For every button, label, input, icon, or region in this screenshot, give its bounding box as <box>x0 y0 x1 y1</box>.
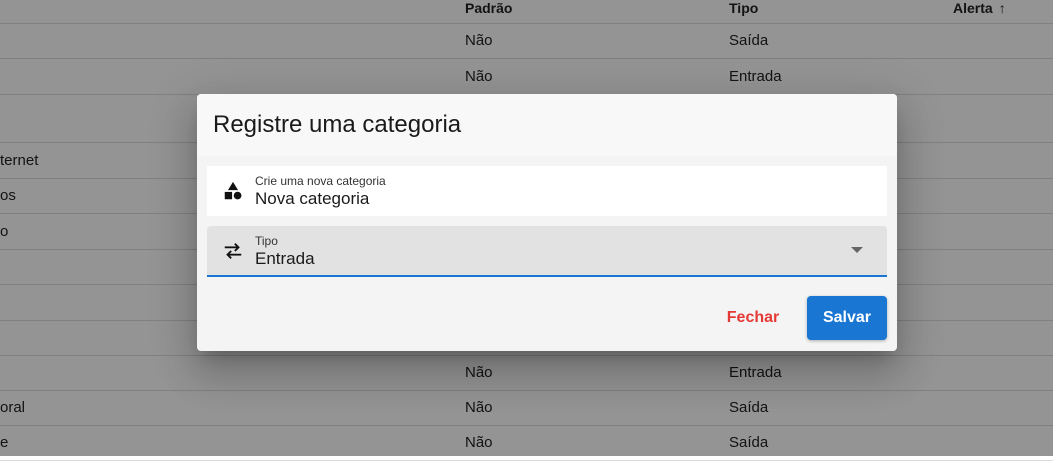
category-name-input[interactable]: Nova categoria <box>255 189 369 209</box>
shapes-icon <box>224 181 242 200</box>
close-button[interactable]: Fechar <box>717 296 789 340</box>
category-type-select[interactable]: Tipo Entrada <box>207 226 887 277</box>
register-category-dialog: Registre uma categoria Crie uma nova cat… <box>197 94 897 351</box>
dialog-header: Registre uma categoria <box>197 94 897 156</box>
dialog-title: Registre uma categoria <box>213 111 462 138</box>
save-button[interactable]: Salvar <box>807 296 887 340</box>
dropdown-arrow-icon[interactable] <box>851 247 863 253</box>
category-name-field[interactable]: Crie uma nova categoria Nova categoria <box>207 166 887 216</box>
category-name-label: Crie uma nova categoria <box>255 174 386 188</box>
swap-horizontal-icon <box>224 243 242 259</box>
category-type-label: Tipo <box>255 234 278 248</box>
category-type-value[interactable]: Entrada <box>255 249 315 269</box>
